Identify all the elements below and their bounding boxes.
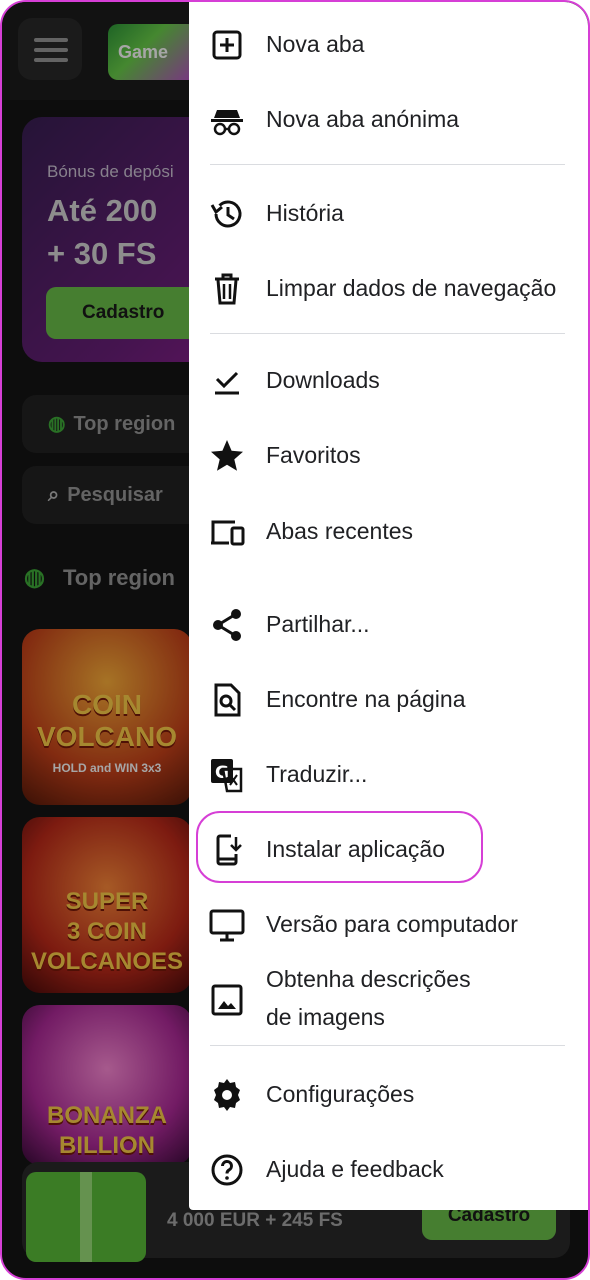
menu-item-clear-data[interactable]: Limpar dados de navegação — [189, 251, 588, 325]
menu-item-settings[interactable]: Configurações — [189, 1057, 588, 1131]
image-icon — [209, 982, 245, 1018]
phone-frame: Game Bónus de depósi Até 200 + 30 FS Cad… — [0, 0, 590, 1280]
menu-item-help[interactable]: Ajuda e feedback — [189, 1132, 588, 1206]
menu-item-label: Nova aba — [266, 31, 365, 57]
translate-icon: G — [209, 757, 245, 793]
menu-divider — [210, 164, 565, 165]
menu-divider — [210, 333, 565, 334]
menu-item-label: Partilhar... — [266, 611, 370, 637]
menu-item-label: Configurações — [266, 1081, 415, 1107]
menu-item-label: Abas recentes — [266, 518, 414, 544]
menu-item-label: Limpar dados de navegação — [266, 275, 557, 301]
install-highlight-ring — [196, 811, 483, 883]
menu-item-label: Nova aba anónima — [266, 106, 460, 132]
history-icon — [209, 196, 245, 232]
menu-item-label: Versão para computador — [266, 911, 518, 937]
menu-item-label: Favoritos — [266, 442, 361, 468]
menu-item-find-in-page[interactable]: Encontre na página — [189, 662, 588, 736]
menu-item-translate[interactable]: G Traduzir... — [189, 737, 588, 811]
download-icon — [209, 363, 245, 399]
menu-item-history[interactable]: História — [189, 176, 588, 250]
menu-item-incognito[interactable]: Nova aba anónima — [189, 82, 588, 156]
menu-item-favorites[interactable]: Favoritos — [189, 418, 588, 492]
menu-item-label: Ajuda e feedback — [266, 1156, 444, 1182]
menu-item-desktop-site[interactable]: Versão para computador — [189, 887, 588, 961]
menu-item-new-tab[interactable]: Nova aba — [189, 7, 588, 81]
share-icon — [209, 607, 245, 643]
new-tab-icon — [209, 27, 245, 63]
menu-item-image-descriptions[interactable]: Obtenha descrições de imagens — [189, 962, 588, 1036]
trash-icon — [209, 271, 245, 307]
menu-item-label: Downloads — [266, 367, 380, 393]
desktop-icon — [209, 907, 245, 943]
menu-item-share[interactable]: Partilhar... — [189, 587, 588, 661]
menu-item-recent-tabs[interactable]: Abas recentes — [189, 494, 588, 568]
devices-icon — [209, 514, 245, 550]
menu-divider — [210, 1045, 565, 1046]
settings-icon — [209, 1077, 245, 1113]
incognito-icon — [209, 102, 245, 138]
browser-menu: Nova aba Nova aba anónima História Limpa… — [189, 2, 588, 1210]
star-icon — [209, 438, 245, 474]
menu-item-label: Traduzir... — [266, 761, 368, 787]
menu-item-label: Obtenha descrições de imagens — [266, 966, 471, 1030]
svg-text:G: G — [215, 763, 229, 783]
find-in-page-icon — [209, 682, 245, 718]
menu-item-label: Encontre na página — [266, 686, 466, 712]
menu-item-downloads[interactable]: Downloads — [189, 343, 588, 417]
menu-item-label: História — [266, 200, 344, 226]
help-icon — [209, 1152, 245, 1188]
